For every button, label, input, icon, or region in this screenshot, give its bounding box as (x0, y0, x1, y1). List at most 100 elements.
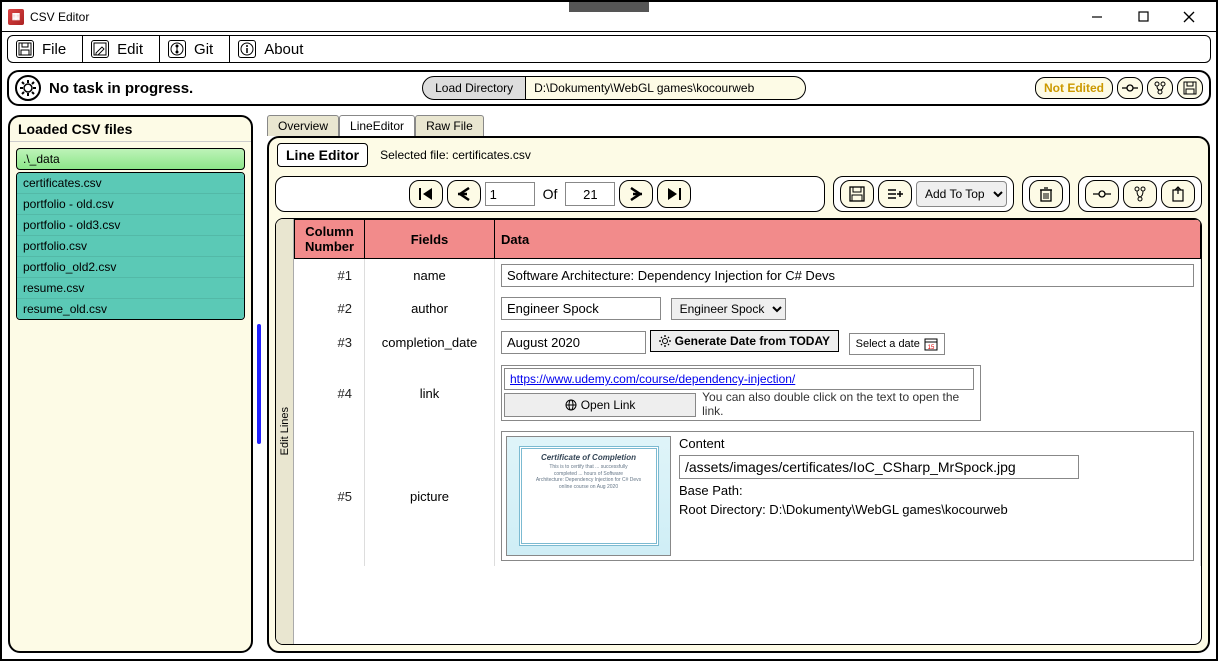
app-window: ▦ CSV Editor File Edit (0, 0, 1218, 661)
globe-icon (565, 399, 577, 411)
row-field: picture (365, 426, 495, 566)
row-num: #3 (295, 325, 365, 360)
row-num: #4 (295, 360, 365, 426)
directory-path-display: D:\Dokumenty\WebGL games\kocourweb (526, 76, 806, 100)
menu-file-label: File (42, 41, 66, 58)
action-toolbar-2 (1022, 176, 1070, 212)
cert-preview-body: This is to certify that ... successfully… (536, 464, 641, 490)
file-item[interactable]: portfolio_old2.csv (17, 257, 244, 278)
side-tab-edit-lines[interactable]: Edit Lines (276, 219, 294, 644)
status-bar: No task in progress. Load Directory D:\D… (7, 70, 1211, 106)
next-record-button[interactable] (619, 180, 653, 208)
generate-date-label: Generate Date from TODAY (675, 334, 830, 348)
row-field: author (365, 292, 495, 325)
menu-file[interactable]: File (8, 36, 83, 62)
prev-record-button[interactable] (447, 180, 481, 208)
gear-icon (15, 75, 41, 101)
add-row-button[interactable] (878, 180, 912, 208)
table-row: #1 name (295, 259, 1201, 293)
cert-preview-title: Certificate of Completion (541, 453, 636, 462)
link-input[interactable] (504, 368, 974, 390)
data-grid: Column Number Fields Data #1 name (294, 219, 1201, 644)
base-path-label: Base Path: (679, 483, 1189, 498)
commit-button[interactable] (1085, 180, 1119, 208)
completion-date-input[interactable] (501, 331, 646, 354)
file-list: certificates.csv portfolio - old.csv por… (16, 172, 245, 320)
save-button[interactable] (840, 180, 874, 208)
sidebar: Loaded CSV files .\_data certificates.cs… (8, 115, 253, 653)
certificate-preview: Certificate of Completion This is to cer… (506, 436, 671, 556)
menu-git[interactable]: Git (160, 36, 230, 62)
add-position-select[interactable]: Add To Top (916, 181, 1007, 207)
load-directory-button[interactable]: Load Directory (422, 76, 526, 100)
table-row: #5 picture Certificate of Completion Thi… (295, 426, 1201, 566)
row-num: #5 (295, 426, 365, 566)
tab-line-editor[interactable]: LineEditor (339, 115, 415, 136)
date-picker[interactable]: Select a date 15 (849, 333, 945, 355)
last-record-button[interactable] (657, 180, 691, 208)
header-column-number: Column Number (295, 220, 365, 259)
folder-row[interactable]: .\_data (16, 148, 245, 170)
author-input[interactable] (501, 297, 661, 320)
task-status-text: No task in progress. (49, 80, 193, 97)
selected-file-prefix: Selected file: (380, 148, 449, 162)
editor-title: Line Editor (277, 143, 368, 167)
content-label: Content (679, 436, 1189, 451)
picture-path-input[interactable] (679, 455, 1079, 479)
selected-file-label: Selected file: certificates.csv (380, 148, 531, 162)
window-minimize-button[interactable] (1074, 3, 1120, 31)
file-item[interactable]: certificates.csv (17, 173, 244, 194)
tab-overview[interactable]: Overview (267, 115, 339, 136)
menu-git-label: Git (194, 41, 213, 58)
menu-about-label: About (264, 41, 303, 58)
git-icon (168, 40, 186, 58)
header-data: Data (495, 220, 1201, 259)
author-select[interactable]: Engineer Spock (671, 298, 786, 320)
commit-icon-button[interactable] (1117, 77, 1143, 99)
delete-button[interactable] (1029, 180, 1063, 208)
save-disk-icon-button[interactable] (1177, 77, 1203, 99)
tab-raw-file[interactable]: Raw File (415, 115, 484, 136)
side-tab-label: Edit Lines (279, 407, 291, 455)
window-close-button[interactable] (1166, 3, 1212, 31)
app-icon: ▦ (8, 9, 24, 25)
branch-icon-button[interactable] (1147, 77, 1173, 99)
branch-button[interactable] (1123, 180, 1157, 208)
action-toolbar: Add To Top (833, 176, 1014, 212)
titlebar: ▦ CSV Editor (2, 2, 1216, 32)
first-record-button[interactable] (409, 180, 443, 208)
header-fields: Fields (365, 220, 495, 259)
open-link-button[interactable]: Open Link (504, 393, 696, 417)
git-toolbar (1078, 176, 1202, 212)
row-num: #1 (295, 259, 365, 293)
menu-edit-label: Edit (117, 41, 143, 58)
file-item[interactable]: resume.csv (17, 278, 244, 299)
window-maximize-button[interactable] (1120, 3, 1166, 31)
file-item[interactable]: portfolio.csv (17, 236, 244, 257)
export-button[interactable] (1161, 180, 1195, 208)
table-row: #3 completion_date Generate (295, 325, 1201, 360)
name-input[interactable] (501, 264, 1194, 287)
file-item[interactable]: portfolio - old3.csv (17, 215, 244, 236)
file-item[interactable]: resume_old.csv (17, 299, 244, 319)
edit-pencil-icon (91, 40, 109, 58)
menu-about[interactable]: About (230, 36, 319, 62)
menu-edit[interactable]: Edit (83, 36, 160, 62)
calendar-icon: 15 (924, 337, 938, 351)
sidebar-header: Loaded CSV files (10, 117, 251, 142)
table-row: #4 link (295, 360, 1201, 426)
row-field: name (365, 259, 495, 293)
row-field: completion_date (365, 325, 495, 360)
file-item[interactable]: portfolio - old.csv (17, 194, 244, 215)
of-label: Of (539, 186, 562, 202)
record-number-input[interactable] (485, 182, 535, 206)
svg-text:15: 15 (928, 345, 935, 351)
row-field: link (365, 360, 495, 426)
editor-panel: Overview LineEditor Raw File Line Editor… (267, 115, 1210, 653)
selected-file-name: certificates.csv (452, 148, 531, 162)
open-link-label: Open Link (581, 398, 636, 412)
splitter-handle[interactable] (257, 324, 261, 444)
generate-date-button[interactable]: Generate Date from TODAY (650, 330, 839, 352)
record-total: 21 (565, 182, 615, 206)
editor-tabs: Overview LineEditor Raw File (267, 115, 1210, 136)
